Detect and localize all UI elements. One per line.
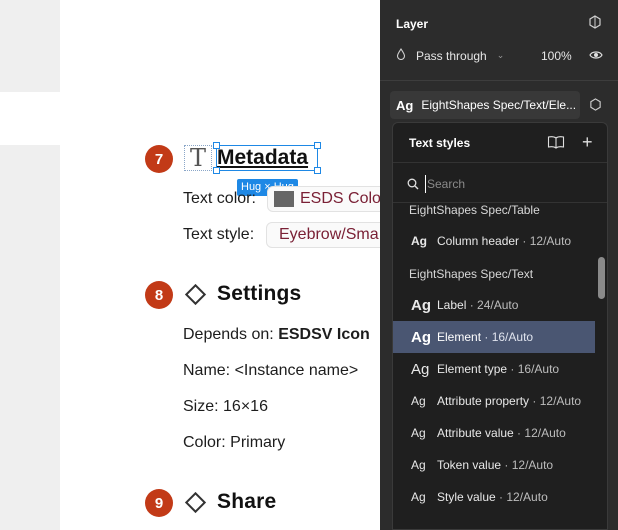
selected-text-layer[interactable]: Metadata [216,145,318,171]
popover-title: Text styles [409,136,471,150]
resize-handle-bottom-right[interactable] [314,167,321,174]
layer-section-title: Layer [396,17,429,31]
name-value: <Instance name> [234,362,359,379]
list-item[interactable]: Ag Style value · 12/Auto [393,481,595,513]
style-name: Token value [437,458,502,472]
blend-mode-dropdown[interactable]: Pass through ⌄ [396,48,504,63]
style-group-label: EightShapes Spec/Text [409,267,534,281]
section-heading: Share [217,490,277,513]
text-style-glyph: Ag [411,234,427,248]
style-meta: 12/Auto [506,490,548,504]
style-detach-icon[interactable] [589,98,602,114]
size-value: 16×16 [223,398,268,415]
text-color-value: ESDS Colo [300,190,380,207]
book-icon[interactable] [547,135,565,154]
depends-on-label: Depends on: [183,326,274,343]
list-item[interactable]: Ag Element type · 16/Auto [393,353,595,385]
color-row: Color: Primary [183,434,285,452]
size-label: Size: [183,398,219,415]
diamond-icon [184,283,207,306]
style-meta: 12/Auto [529,234,572,248]
list-item[interactable]: Ag Token value · 12/Auto [393,449,595,481]
style-name: Attribute property [437,394,530,408]
style-name: Element [437,330,482,344]
resize-handle-top-left[interactable] [213,142,220,149]
text-style-label: Text style: [183,226,255,243]
list-item[interactable]: Ag Attribute value · 12/Auto [393,417,595,449]
scrollbar-track[interactable] [597,203,607,529]
depends-on-row: Depends on: ESDSV Icon [183,326,370,344]
plus-icon[interactable]: + [582,133,593,151]
text-styles-popover: Text styles + EightShapes Spec/Table Ag … [392,122,608,530]
blend-mode-value: Pass through [416,48,487,63]
component-icon[interactable] [588,15,602,32]
style-meta: 16/Auto [517,362,560,376]
style-meta: 24/Auto [477,298,519,312]
list-item[interactable]: Ag Column header · 12/Auto [393,225,595,257]
color-label: Color: [183,434,226,451]
text-color-chip: ESDS Colo [267,186,380,212]
search-input[interactable] [425,175,585,193]
section-number-badge: 8 [145,281,173,309]
style-meta: 12/Auto [511,458,554,472]
style-name: Element type [437,362,508,376]
color-swatch [274,191,294,207]
chevron-down-icon: ⌄ [496,50,505,60]
diamond-icon [184,491,207,514]
scrollbar-thumb[interactable] [598,257,605,299]
design-canvas[interactable]: 7 T Metadata Hug × Hug Text color: ESDS … [0,0,380,530]
size-row: Size: 16×16 [183,398,268,416]
style-name: Column header [437,234,520,248]
style-meta: 16/Auto [491,330,534,344]
popover-header: Text styles + [393,123,607,163]
style-group-label: EightShapes Spec/Table [409,203,540,217]
text-color-label: Text color: [183,190,256,207]
style-name: Label [437,298,467,312]
drop-icon [396,48,406,63]
section-number-badge: 9 [145,489,173,517]
text-style-chip: Eyebrow/Sma [266,222,380,248]
text-style-glyph: Ag [411,394,426,408]
search-icon [407,177,419,195]
text-style-glyph: Ag [411,296,431,314]
name-label: Name: [183,362,231,379]
applied-style-name: EightShapes Spec/Text/Ele... [421,98,577,112]
text-style-glyph: Ag [411,360,430,378]
resize-handle-bottom-left[interactable] [213,167,220,174]
style-meta: 12/Auto [524,426,566,440]
list-item[interactable]: Ag Label · 24/Auto [393,289,595,321]
style-name: Style value [437,490,496,504]
eye-icon[interactable] [589,49,603,64]
text-style-glyph: Ag [411,426,426,440]
section-heading: Settings [217,282,302,305]
style-meta: 12/Auto [539,394,582,408]
applied-text-style[interactable]: Ag EightShapes Spec/Text/Ele... [390,91,580,119]
text-type-icon: T [184,144,212,172]
canvas-background-strip [0,0,60,92]
search-row [393,163,607,203]
text-style-value: Eyebrow/Sma [279,226,379,243]
panel-divider [380,80,618,81]
text-style-glyph: Ag [411,458,426,472]
canvas-background-strip [0,145,60,530]
text-style-glyph: Ag [411,328,431,346]
text-style-glyph: Ag [411,490,426,504]
style-name: Attribute value [437,426,514,440]
color-value: Primary [230,434,286,451]
depends-on-value: ESDSV Icon [278,326,370,343]
section-number-badge: 7 [145,145,173,173]
list-item[interactable]: Ag Attribute property · 12/Auto [393,385,595,417]
opacity-input[interactable]: 100% [541,49,572,63]
text-style-glyph: Ag [396,97,414,113]
section-heading: Metadata [217,146,309,169]
resize-handle-top-right[interactable] [314,142,321,149]
name-row: Name: <Instance name> [183,362,358,380]
list-item-selected[interactable]: Ag Element · 16/Auto [393,321,595,353]
